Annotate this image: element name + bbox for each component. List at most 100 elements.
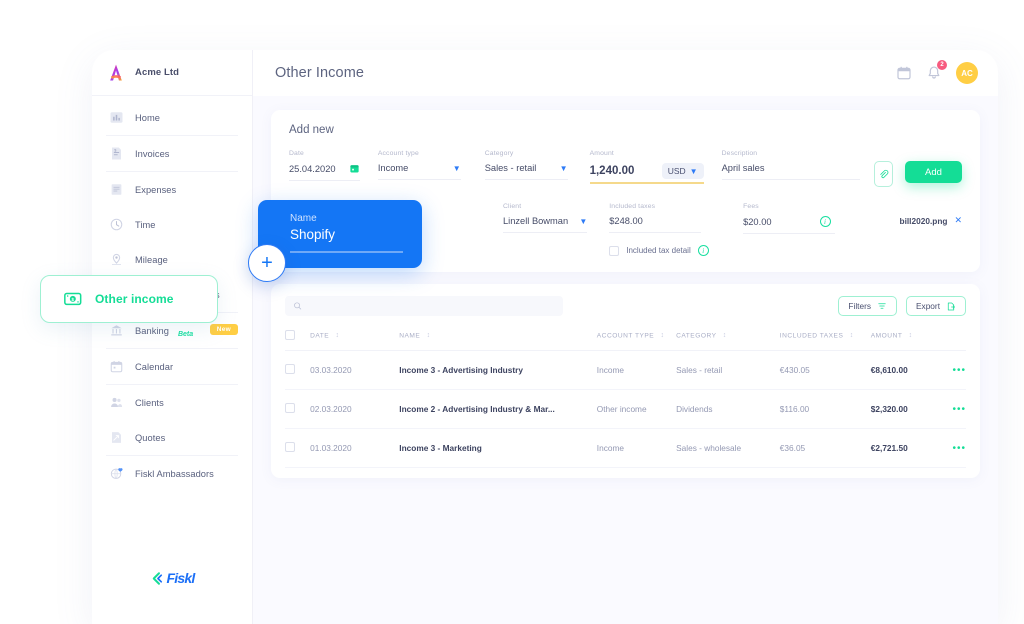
column-header-amount[interactable]: AMOUNT ↕ — [871, 330, 953, 351]
fiskl-wordmark: Fiskl — [167, 570, 195, 586]
add-new-title: Add new — [289, 124, 962, 136]
row-select-cell[interactable] — [285, 351, 310, 390]
export-button[interactable]: Export — [906, 296, 966, 316]
date-value: 25.04.2020 — [289, 164, 336, 174]
cell-date: 01.03.2020 — [310, 429, 399, 468]
currency-selector[interactable]: USD ▼ — [662, 163, 704, 179]
select-all-header[interactable] — [285, 330, 310, 351]
field-underline — [609, 232, 701, 233]
sort-icon[interactable]: ↕ — [427, 332, 431, 339]
filters-button[interactable]: Filters — [838, 296, 897, 316]
sidebar-item-clients[interactable]: Clients — [92, 385, 252, 420]
bell-icon[interactable]: 2 — [926, 65, 942, 81]
quote-doc-icon — [109, 430, 124, 445]
row-checkbox[interactable] — [285, 403, 295, 413]
add-button[interactable]: Add — [905, 161, 962, 183]
sidebar-item-label: Clients — [135, 398, 164, 408]
sidebar-item-time[interactable]: Time — [92, 207, 252, 242]
export-icon — [946, 301, 956, 312]
avatar[interactable]: AC — [956, 62, 978, 84]
included-taxes-field[interactable]: Included taxes $248.00 Included tax deta… — [609, 203, 725, 256]
sort-icon[interactable]: ↕ — [661, 332, 665, 339]
column-label: DATE — [310, 333, 329, 340]
other-income-callout[interactable]: $ Other income — [40, 275, 218, 323]
date-field[interactable]: Date 25.04.2020 — [289, 150, 360, 181]
add-plus-button[interactable]: + — [248, 244, 286, 282]
brand[interactable]: Acme Ltd — [92, 50, 252, 96]
column-header-account-type[interactable]: ACCOUNT TYPE ↕ — [597, 330, 676, 351]
included-tax-detail-row[interactable]: Included tax detail i — [609, 245, 725, 256]
column-header-date[interactable]: DATE ↕ — [310, 330, 399, 351]
sort-icon[interactable]: ↕ — [909, 332, 913, 339]
column-label: NAME — [399, 333, 420, 340]
app-window: Acme Ltd Home $ Invo — [92, 50, 998, 624]
category-field[interactable]: Category Sales - retail ▼ — [485, 150, 568, 180]
table-body: 03.03.2020 Income 3 - Advertising Indust… — [285, 351, 966, 468]
row-select-cell[interactable] — [285, 429, 310, 468]
row-actions-button[interactable]: ••• — [952, 351, 966, 390]
cell-account-type: Other income — [597, 390, 676, 429]
field-label: Amount — [590, 150, 704, 157]
sort-icon[interactable]: ↕ — [336, 332, 340, 339]
column-header-category[interactable]: CATEGORY ↕ — [676, 330, 780, 351]
column-label: AMOUNT — [871, 333, 902, 340]
sidebar-item-home[interactable]: Home — [92, 100, 252, 135]
cell-amount: €8,610.00 — [871, 351, 953, 390]
sort-icon[interactable]: ↕ — [723, 332, 727, 339]
other-income-callout-label: Other income — [95, 292, 174, 306]
column-header-included-taxes[interactable]: INCLUDED TAXES ↕ — [780, 330, 871, 351]
info-icon[interactable]: i — [698, 245, 709, 256]
column-label: INCLUDED TAXES — [780, 333, 844, 340]
search-box[interactable] — [285, 296, 563, 316]
amount-field[interactable]: Amount 1,240.00 USD ▼ — [590, 150, 704, 184]
money-bill-icon: $ — [63, 289, 83, 309]
sidebar-item-mileage[interactable]: Mileage — [92, 242, 252, 277]
sidebar-item-label: Banking — [135, 326, 169, 336]
row-actions-button[interactable]: ••• — [952, 429, 966, 468]
clock-icon — [109, 217, 124, 232]
chevron-down-icon[interactable]: ▼ — [560, 164, 568, 173]
sidebar-item-label: Home — [135, 113, 160, 123]
column-header-name[interactable]: NAME ↕ — [399, 330, 597, 351]
sidebar-item-fiskl-ambassadors[interactable]: Fiskl Ambassadors — [92, 456, 252, 491]
calendar-icon — [109, 359, 124, 374]
filters-label: Filters — [848, 301, 871, 311]
calendar-icon[interactable] — [349, 163, 360, 174]
cell-category: Sales - retail — [676, 351, 780, 390]
chevron-down-icon[interactable]: ▼ — [453, 164, 461, 173]
row-checkbox[interactable] — [285, 442, 295, 452]
invoice-icon: $ — [109, 146, 124, 161]
sidebar-item-calendar[interactable]: Calendar — [92, 349, 252, 384]
table-row[interactable]: 01.03.2020 Income 3 - Marketing Income S… — [285, 429, 966, 468]
form-row-primary: Date 25.04.2020 Account type — [289, 150, 962, 187]
table-row[interactable]: 03.03.2020 Income 3 - Advertising Indust… — [285, 351, 966, 390]
included-taxes-value: $248.00 — [609, 216, 643, 226]
table-row[interactable]: 02.03.2020 Income 2 - Advertising Indust… — [285, 390, 966, 429]
calendar-icon[interactable] — [896, 65, 912, 81]
currency-value: USD — [668, 166, 686, 176]
cell-included-taxes: €430.05 — [780, 351, 871, 390]
field-label: Included taxes — [609, 203, 725, 210]
row-checkbox[interactable] — [285, 364, 295, 374]
chevron-down-icon[interactable]: ▼ — [579, 217, 587, 226]
account-type-field[interactable]: Account type Income ▼ — [378, 150, 461, 180]
description-field[interactable]: Description April sales — [722, 150, 860, 180]
sidebar-item-invoices[interactable]: $ Invoices — [92, 136, 252, 171]
chevron-down-icon: ▼ — [690, 167, 698, 176]
select-all-checkbox[interactable] — [285, 330, 295, 340]
sidebar-item-expenses[interactable]: Expenses — [92, 172, 252, 207]
info-icon[interactable]: i — [820, 216, 831, 227]
client-field[interactable]: Client Linzell Bowman ▼ — [503, 203, 587, 233]
sidebar-item-quotes[interactable]: Quotes — [92, 420, 252, 455]
search-input[interactable] — [308, 301, 555, 311]
attached-file-name: bill2020.png — [900, 216, 948, 226]
fiskl-chevron-icon — [150, 571, 165, 586]
row-select-cell[interactable] — [285, 390, 310, 429]
row-actions-button[interactable]: ••• — [952, 390, 966, 429]
sort-icon[interactable]: ↕ — [850, 332, 854, 339]
included-tax-detail-checkbox[interactable] — [609, 246, 619, 256]
remove-file-icon[interactable]: ✕ — [954, 215, 962, 226]
fees-field[interactable]: Fees $20.00 i — [743, 203, 883, 234]
cell-name: Income 2 - Advertising Industry & Mar... — [399, 390, 597, 429]
attach-file-button[interactable] — [874, 161, 893, 187]
